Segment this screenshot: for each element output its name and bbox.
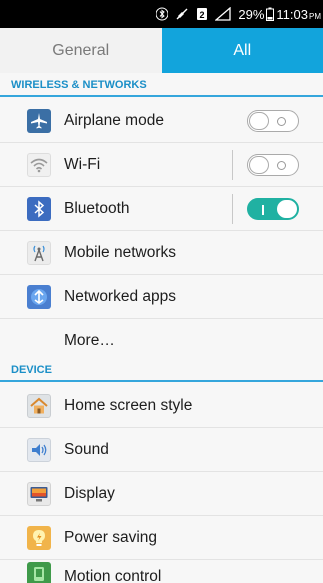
setting-row-sound[interactable]: Sound	[0, 428, 323, 472]
power-saving-label: Power saving	[64, 528, 158, 546]
tab-general[interactable]: General	[0, 28, 162, 73]
battery-icon	[266, 7, 275, 21]
airplane-icon	[27, 108, 51, 133]
setting-row-bluetooth[interactable]: Bluetooth	[0, 187, 323, 231]
motion-control-label: Motion control	[64, 568, 162, 583]
bluetooth-toggle[interactable]	[247, 197, 299, 220]
svg-text:2: 2	[200, 10, 205, 20]
section-header-wireless: WIRELESS & NETWORKS	[0, 75, 323, 97]
mobile-networks-label: Mobile networks	[64, 243, 176, 261]
antenna-icon	[27, 240, 51, 265]
more-label: More…	[64, 331, 115, 349]
clock: 11:03PM	[276, 6, 321, 22]
wifi-label: Wi-Fi	[64, 155, 101, 173]
mute-vibrate-icon	[175, 7, 189, 21]
bluetooth-icon	[27, 196, 51, 221]
display-label: Display	[64, 484, 115, 502]
setting-row-display[interactable]: Display	[0, 472, 323, 516]
tab-all[interactable]: All	[161, 28, 323, 73]
setting-row-mobile-networks[interactable]: Mobile networks	[0, 231, 323, 275]
setting-row-networked-apps[interactable]: Networked apps	[0, 275, 323, 319]
settings-tabs: General All	[0, 28, 323, 73]
speaker-icon	[27, 437, 51, 462]
lightbulb-icon	[27, 525, 51, 550]
section-header-device: DEVICE	[0, 360, 323, 382]
display-icon	[27, 481, 51, 506]
battery-percent: 29%	[238, 6, 265, 22]
airplane-mode-toggle[interactable]	[247, 109, 299, 132]
setting-row-power-saving[interactable]: Power saving	[0, 516, 323, 560]
divider	[232, 149, 233, 180]
airplane-mode-label: Airplane mode	[64, 111, 164, 129]
status-bar: 2 29% 11:03PM	[0, 0, 323, 28]
setting-row-motion-control[interactable]: Motion control	[0, 560, 323, 583]
setting-row-airplane-mode[interactable]: Airplane mode	[0, 99, 323, 143]
setting-row-wifi[interactable]: Wi-Fi	[0, 143, 323, 187]
wifi-toggle[interactable]	[247, 153, 299, 176]
setting-row-home-screen-style[interactable]: Home screen style	[0, 384, 323, 428]
signal-icon	[215, 7, 232, 21]
wifi-icon	[27, 152, 51, 177]
bluetooth-label: Bluetooth	[64, 199, 130, 217]
sound-label: Sound	[64, 440, 109, 458]
motion-icon	[27, 562, 51, 583]
setting-row-more[interactable]: More…	[0, 319, 323, 363]
networked-apps-label: Networked apps	[64, 287, 177, 305]
home-screen-style-label: Home screen style	[64, 396, 193, 414]
bluetooth-status-icon	[156, 7, 169, 21]
apps-network-icon	[27, 284, 51, 309]
divider	[232, 193, 233, 224]
home-icon	[27, 393, 51, 418]
notification-icon: 2	[196, 7, 208, 21]
